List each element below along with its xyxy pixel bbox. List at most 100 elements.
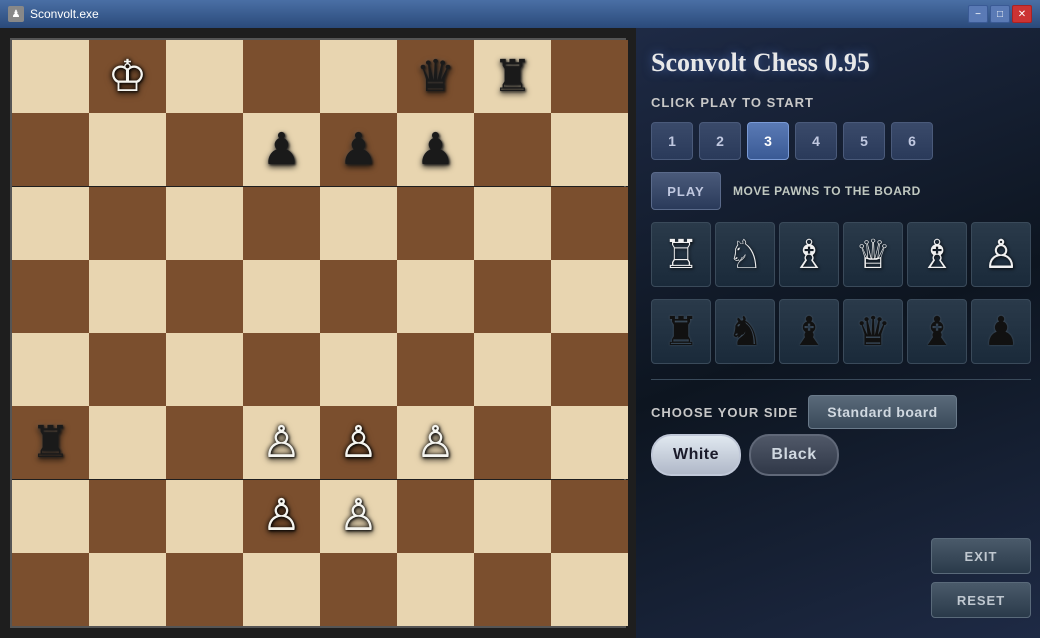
black-piece-1[interactable]: ♞ xyxy=(715,299,775,364)
cell-r2-c0[interactable] xyxy=(12,187,89,260)
cell-r0-c6[interactable]: ♜ xyxy=(474,40,551,113)
title-bar-controls: − □ ✕ xyxy=(968,5,1032,23)
difficulty-button-4[interactable]: 4 xyxy=(795,122,837,160)
cell-r5-c1[interactable] xyxy=(89,406,166,479)
cell-r1-c3[interactable]: ♟ xyxy=(243,113,320,186)
cell-r1-c0[interactable] xyxy=(12,113,89,186)
cell-r0-c2[interactable] xyxy=(166,40,243,113)
cell-r4-c0[interactable] xyxy=(12,333,89,406)
cell-r2-c6[interactable] xyxy=(474,187,551,260)
black-piece-0[interactable]: ♜ xyxy=(651,299,711,364)
cell-r1-c7[interactable] xyxy=(551,113,628,186)
cell-r7-c5[interactable] xyxy=(397,553,474,626)
cell-r6-c4[interactable]: ♙ xyxy=(320,480,397,553)
cell-r1-c4[interactable]: ♟ xyxy=(320,113,397,186)
play-button[interactable]: PLAY xyxy=(651,172,721,210)
standard-board-button[interactable]: Standard board xyxy=(808,395,956,429)
piece: ♟ xyxy=(262,128,301,172)
cell-r6-c6[interactable] xyxy=(474,480,551,553)
black-side-button[interactable]: Black xyxy=(749,434,839,476)
cell-r6-c1[interactable] xyxy=(89,480,166,553)
piece: ♙ xyxy=(339,494,378,538)
right-panel: Sconvolt Chess 0.95 CLICK PLAY TO START … xyxy=(636,28,1040,638)
cell-r1-c5[interactable]: ♟ xyxy=(397,113,474,186)
title-bar: ♟ Sconvolt.exe − □ ✕ xyxy=(0,0,1040,28)
black-piece-2[interactable]: ♝ xyxy=(779,299,839,364)
white-piece-4[interactable]: ♗ xyxy=(907,222,967,287)
cell-r4-c5[interactable] xyxy=(397,333,474,406)
cell-r1-c6[interactable] xyxy=(474,113,551,186)
cell-r7-c2[interactable] xyxy=(166,553,243,626)
chess-board[interactable]: ♔♛♜♟♟♟♜♙♙♙♙♙ xyxy=(10,38,626,628)
cell-r5-c7[interactable] xyxy=(551,406,628,479)
cell-r0-c4[interactable] xyxy=(320,40,397,113)
cell-r4-c6[interactable] xyxy=(474,333,551,406)
difficulty-row: 123456 xyxy=(651,122,1031,160)
cell-r5-c4[interactable]: ♙ xyxy=(320,406,397,479)
cell-r0-c3[interactable] xyxy=(243,40,320,113)
cell-r4-c4[interactable] xyxy=(320,333,397,406)
piece: ♟ xyxy=(416,128,455,172)
black-piece-4[interactable]: ♝ xyxy=(907,299,967,364)
white-piece-1[interactable]: ♘ xyxy=(715,222,775,287)
cell-r6-c5[interactable] xyxy=(397,480,474,553)
cell-r7-c3[interactable] xyxy=(243,553,320,626)
cell-r5-c0[interactable]: ♜ xyxy=(12,406,89,479)
cell-r6-c2[interactable] xyxy=(166,480,243,553)
exit-button[interactable]: EXIT xyxy=(931,538,1031,574)
cell-r2-c7[interactable] xyxy=(551,187,628,260)
cell-r2-c2[interactable] xyxy=(166,187,243,260)
cell-r2-c4[interactable] xyxy=(320,187,397,260)
cell-r3-c1[interactable] xyxy=(89,260,166,333)
cell-r6-c3[interactable]: ♙ xyxy=(243,480,320,553)
cell-r3-c7[interactable] xyxy=(551,260,628,333)
cell-r1-c2[interactable] xyxy=(166,113,243,186)
cell-r0-c5[interactable]: ♛ xyxy=(397,40,474,113)
cell-r2-c1[interactable] xyxy=(89,187,166,260)
close-button[interactable]: ✕ xyxy=(1012,5,1032,23)
white-piece-2[interactable]: ♗ xyxy=(779,222,839,287)
white-piece-3[interactable]: ♕ xyxy=(843,222,903,287)
cell-r6-c7[interactable] xyxy=(551,480,628,553)
reset-button[interactable]: RESET xyxy=(931,582,1031,618)
cell-r7-c6[interactable] xyxy=(474,553,551,626)
cell-r3-c5[interactable] xyxy=(397,260,474,333)
difficulty-button-6[interactable]: 6 xyxy=(891,122,933,160)
cell-r2-c3[interactable] xyxy=(243,187,320,260)
cell-r6-c0[interactable] xyxy=(12,480,89,553)
cell-r4-c7[interactable] xyxy=(551,333,628,406)
cell-r3-c3[interactable] xyxy=(243,260,320,333)
difficulty-button-1[interactable]: 1 xyxy=(651,122,693,160)
difficulty-button-3[interactable]: 3 xyxy=(747,122,789,160)
difficulty-button-5[interactable]: 5 xyxy=(843,122,885,160)
cell-r3-c4[interactable] xyxy=(320,260,397,333)
cell-r4-c1[interactable] xyxy=(89,333,166,406)
cell-r4-c3[interactable] xyxy=(243,333,320,406)
cell-r1-c1[interactable] xyxy=(89,113,166,186)
cell-r2-c5[interactable] xyxy=(397,187,474,260)
cell-r0-c7[interactable] xyxy=(551,40,628,113)
cell-r4-c2[interactable] xyxy=(166,333,243,406)
cell-r3-c0[interactable] xyxy=(12,260,89,333)
white-piece-0[interactable]: ♖ xyxy=(651,222,711,287)
maximize-button[interactable]: □ xyxy=(990,5,1010,23)
difficulty-button-2[interactable]: 2 xyxy=(699,122,741,160)
black-piece-3[interactable]: ♛ xyxy=(843,299,903,364)
cell-r3-c6[interactable] xyxy=(474,260,551,333)
black-piece-5[interactable]: ♟ xyxy=(971,299,1031,364)
cell-r5-c5[interactable]: ♙ xyxy=(397,406,474,479)
cell-r7-c0[interactable] xyxy=(12,553,89,626)
cell-r5-c2[interactable] xyxy=(166,406,243,479)
cell-r5-c3[interactable]: ♙ xyxy=(243,406,320,479)
cell-r5-c6[interactable] xyxy=(474,406,551,479)
white-piece-5[interactable]: ♙ xyxy=(971,222,1031,287)
cell-r7-c4[interactable] xyxy=(320,553,397,626)
cell-r0-c1[interactable]: ♔ xyxy=(89,40,166,113)
cell-r7-c7[interactable] xyxy=(551,553,628,626)
piece: ♙ xyxy=(416,421,455,465)
white-side-button[interactable]: White xyxy=(651,434,741,476)
cell-r3-c2[interactable] xyxy=(166,260,243,333)
cell-r0-c0[interactable] xyxy=(12,40,89,113)
cell-r7-c1[interactable] xyxy=(89,553,166,626)
minimize-button[interactable]: − xyxy=(968,5,988,23)
